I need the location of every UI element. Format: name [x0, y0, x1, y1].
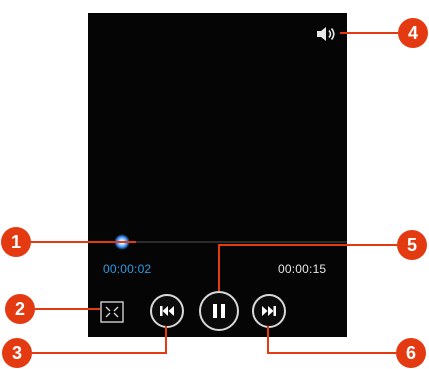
callout-3: 3: [2, 338, 32, 368]
callout-2: 2: [5, 294, 35, 324]
callout-5: 5: [397, 230, 427, 260]
callout-lines: [31, 32, 398, 354]
callout-6: 6: [396, 338, 426, 368]
callout-1: 1: [1, 227, 31, 257]
callout-4: 4: [398, 18, 428, 48]
